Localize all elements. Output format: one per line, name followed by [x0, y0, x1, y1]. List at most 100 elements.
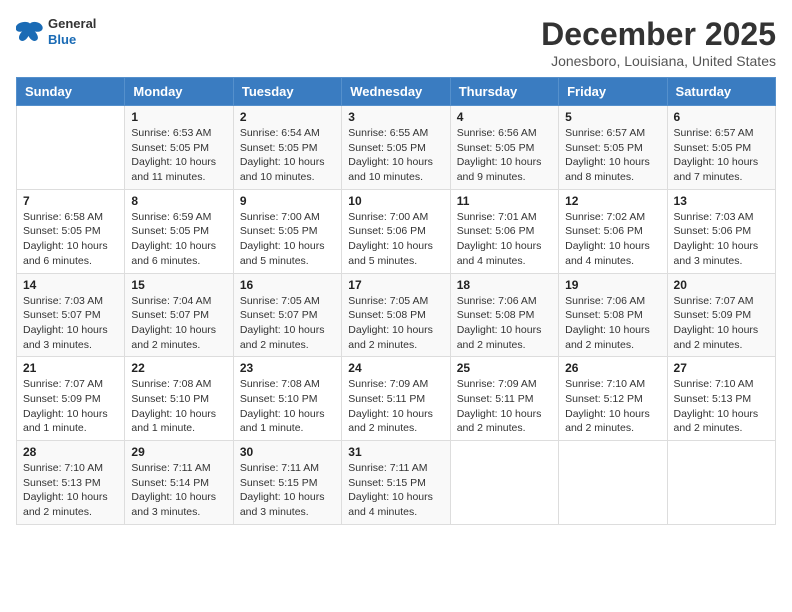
- day-info: Sunrise: 7:10 AM Sunset: 5:13 PM Dayligh…: [23, 461, 118, 520]
- day-cell: 20 Sunrise: 7:07 AM Sunset: 5:09 PM Dayli…: [667, 273, 775, 357]
- day-info: Sunrise: 7:06 AM Sunset: 5:08 PM Dayligh…: [565, 294, 660, 353]
- day-info: Sunrise: 7:00 AM Sunset: 5:05 PM Dayligh…: [240, 210, 335, 269]
- day-info: Sunrise: 7:09 AM Sunset: 5:11 PM Dayligh…: [348, 377, 443, 436]
- day-cell: 1 Sunrise: 6:53 AM Sunset: 5:05 PM Daylig…: [125, 106, 233, 190]
- day-cell: 19 Sunrise: 7:06 AM Sunset: 5:08 PM Dayli…: [559, 273, 667, 357]
- day-info: Sunrise: 7:10 AM Sunset: 5:12 PM Dayligh…: [565, 377, 660, 436]
- day-number: 30: [240, 445, 335, 459]
- day-info: Sunrise: 7:02 AM Sunset: 5:06 PM Dayligh…: [565, 210, 660, 269]
- day-number: 26: [565, 361, 660, 375]
- calendar-table: SundayMondayTuesdayWednesdayThursdayFrid…: [16, 77, 776, 525]
- day-info: Sunrise: 7:07 AM Sunset: 5:09 PM Dayligh…: [674, 294, 769, 353]
- day-cell: 27 Sunrise: 7:10 AM Sunset: 5:13 PM Dayli…: [667, 357, 775, 441]
- day-cell: 28 Sunrise: 7:10 AM Sunset: 5:13 PM Dayli…: [17, 441, 125, 525]
- day-cell: 30 Sunrise: 7:11 AM Sunset: 5:15 PM Dayli…: [233, 441, 341, 525]
- title-area: December 2025 Jonesboro, Louisiana, Unit…: [541, 16, 776, 69]
- day-number: 21: [23, 361, 118, 375]
- day-number: 8: [131, 194, 226, 208]
- day-info: Sunrise: 7:08 AM Sunset: 5:10 PM Dayligh…: [131, 377, 226, 436]
- day-cell: 12Sunrise: 7:02 AM Sunset: 5:06 PM Dayli…: [559, 189, 667, 273]
- day-info: Sunrise: 7:11 AM Sunset: 5:15 PM Dayligh…: [240, 461, 335, 520]
- day-number: 28: [23, 445, 118, 459]
- day-number: 22: [131, 361, 226, 375]
- day-info: Sunrise: 7:05 AM Sunset: 5:07 PM Dayligh…: [240, 294, 335, 353]
- day-info: Sunrise: 6:56 AM Sunset: 5:05 PM Dayligh…: [457, 126, 552, 185]
- day-info: Sunrise: 7:09 AM Sunset: 5:11 PM Dayligh…: [457, 377, 552, 436]
- day-number: 31: [348, 445, 443, 459]
- day-number: 29: [131, 445, 226, 459]
- column-header-wednesday: Wednesday: [342, 78, 450, 106]
- location-title: Jonesboro, Louisiana, United States: [541, 53, 776, 69]
- day-info: Sunrise: 7:04 AM Sunset: 5:07 PM Dayligh…: [131, 294, 226, 353]
- column-header-friday: Friday: [559, 78, 667, 106]
- week-row-3: 14 Sunrise: 7:03 AM Sunset: 5:07 PM Dayli…: [17, 273, 776, 357]
- day-info: Sunrise: 7:11 AM Sunset: 5:14 PM Dayligh…: [131, 461, 226, 520]
- day-info: Sunrise: 6:54 AM Sunset: 5:05 PM Dayligh…: [240, 126, 335, 185]
- day-cell: 7Sunrise: 6:58 AM Sunset: 5:05 PM Daylig…: [17, 189, 125, 273]
- day-number: 16: [240, 278, 335, 292]
- day-cell: [559, 441, 667, 525]
- day-cell: 21 Sunrise: 7:07 AM Sunset: 5:09 PM Dayli…: [17, 357, 125, 441]
- logo-icon: [16, 20, 44, 44]
- day-cell: 14 Sunrise: 7:03 AM Sunset: 5:07 PM Dayli…: [17, 273, 125, 357]
- day-cell: 6Sunrise: 6:57 AM Sunset: 5:05 PM Daylig…: [667, 106, 775, 190]
- day-cell: 16 Sunrise: 7:05 AM Sunset: 5:07 PM Dayli…: [233, 273, 341, 357]
- day-cell: 31 Sunrise: 7:11 AM Sunset: 5:15 PM Dayli…: [342, 441, 450, 525]
- column-header-thursday: Thursday: [450, 78, 558, 106]
- day-info: Sunrise: 7:01 AM Sunset: 5:06 PM Dayligh…: [457, 210, 552, 269]
- day-info: Sunrise: 7:03 AM Sunset: 5:07 PM Dayligh…: [23, 294, 118, 353]
- day-number: 17: [348, 278, 443, 292]
- week-row-5: 28 Sunrise: 7:10 AM Sunset: 5:13 PM Dayli…: [17, 441, 776, 525]
- day-info: Sunrise: 7:07 AM Sunset: 5:09 PM Dayligh…: [23, 377, 118, 436]
- day-info: Sunrise: 6:53 AM Sunset: 5:05 PM Dayligh…: [131, 126, 226, 185]
- day-cell: [17, 106, 125, 190]
- day-info: Sunrise: 7:03 AM Sunset: 5:06 PM Dayligh…: [674, 210, 769, 269]
- column-header-saturday: Saturday: [667, 78, 775, 106]
- day-cell: 5 Sunrise: 6:57 AM Sunset: 5:05 PM Daylig…: [559, 106, 667, 190]
- day-cell: 9 Sunrise: 7:00 AM Sunset: 5:05 PM Daylig…: [233, 189, 341, 273]
- day-cell: 10 Sunrise: 7:00 AM Sunset: 5:06 PM Dayli…: [342, 189, 450, 273]
- day-cell: 29 Sunrise: 7:11 AM Sunset: 5:14 PM Dayli…: [125, 441, 233, 525]
- day-number: 10: [348, 194, 443, 208]
- day-number: 9: [240, 194, 335, 208]
- logo-text: General Blue: [48, 16, 96, 47]
- day-cell: 25Sunrise: 7:09 AM Sunset: 5:11 PM Dayli…: [450, 357, 558, 441]
- day-number: 18: [457, 278, 552, 292]
- day-info: Sunrise: 7:05 AM Sunset: 5:08 PM Dayligh…: [348, 294, 443, 353]
- day-number: 2: [240, 110, 335, 124]
- day-info: Sunrise: 7:00 AM Sunset: 5:06 PM Dayligh…: [348, 210, 443, 269]
- logo: General Blue: [16, 16, 96, 47]
- day-number: 1: [131, 110, 226, 124]
- day-number: 19: [565, 278, 660, 292]
- day-number: 5: [565, 110, 660, 124]
- day-number: 27: [674, 361, 769, 375]
- day-number: 7: [23, 194, 118, 208]
- day-number: 15: [131, 278, 226, 292]
- day-info: Sunrise: 6:55 AM Sunset: 5:05 PM Dayligh…: [348, 126, 443, 185]
- day-cell: [450, 441, 558, 525]
- column-header-sunday: Sunday: [17, 78, 125, 106]
- day-cell: 2 Sunrise: 6:54 AM Sunset: 5:05 PM Daylig…: [233, 106, 341, 190]
- day-cell: 11Sunrise: 7:01 AM Sunset: 5:06 PM Dayli…: [450, 189, 558, 273]
- day-cell: 17 Sunrise: 7:05 AM Sunset: 5:08 PM Dayli…: [342, 273, 450, 357]
- day-cell: 24 Sunrise: 7:09 AM Sunset: 5:11 PM Dayli…: [342, 357, 450, 441]
- column-header-monday: Monday: [125, 78, 233, 106]
- week-row-1: 1 Sunrise: 6:53 AM Sunset: 5:05 PM Daylig…: [17, 106, 776, 190]
- day-cell: 18Sunrise: 7:06 AM Sunset: 5:08 PM Dayli…: [450, 273, 558, 357]
- day-cell: 4 Sunrise: 6:56 AM Sunset: 5:05 PM Daylig…: [450, 106, 558, 190]
- day-info: Sunrise: 6:57 AM Sunset: 5:05 PM Dayligh…: [565, 126, 660, 185]
- column-header-tuesday: Tuesday: [233, 78, 341, 106]
- day-info: Sunrise: 7:11 AM Sunset: 5:15 PM Dayligh…: [348, 461, 443, 520]
- day-cell: 8Sunrise: 6:59 AM Sunset: 5:05 PM Daylig…: [125, 189, 233, 273]
- day-number: 20: [674, 278, 769, 292]
- day-info: Sunrise: 7:08 AM Sunset: 5:10 PM Dayligh…: [240, 377, 335, 436]
- day-number: 4: [457, 110, 552, 124]
- day-cell: 15 Sunrise: 7:04 AM Sunset: 5:07 PM Dayli…: [125, 273, 233, 357]
- day-info: Sunrise: 7:10 AM Sunset: 5:13 PM Dayligh…: [674, 377, 769, 436]
- day-number: 14: [23, 278, 118, 292]
- day-cell: 26 Sunrise: 7:10 AM Sunset: 5:12 PM Dayli…: [559, 357, 667, 441]
- week-row-4: 21 Sunrise: 7:07 AM Sunset: 5:09 PM Dayli…: [17, 357, 776, 441]
- day-cell: 3Sunrise: 6:55 AM Sunset: 5:05 PM Daylig…: [342, 106, 450, 190]
- day-number: 24: [348, 361, 443, 375]
- day-number: 6: [674, 110, 769, 124]
